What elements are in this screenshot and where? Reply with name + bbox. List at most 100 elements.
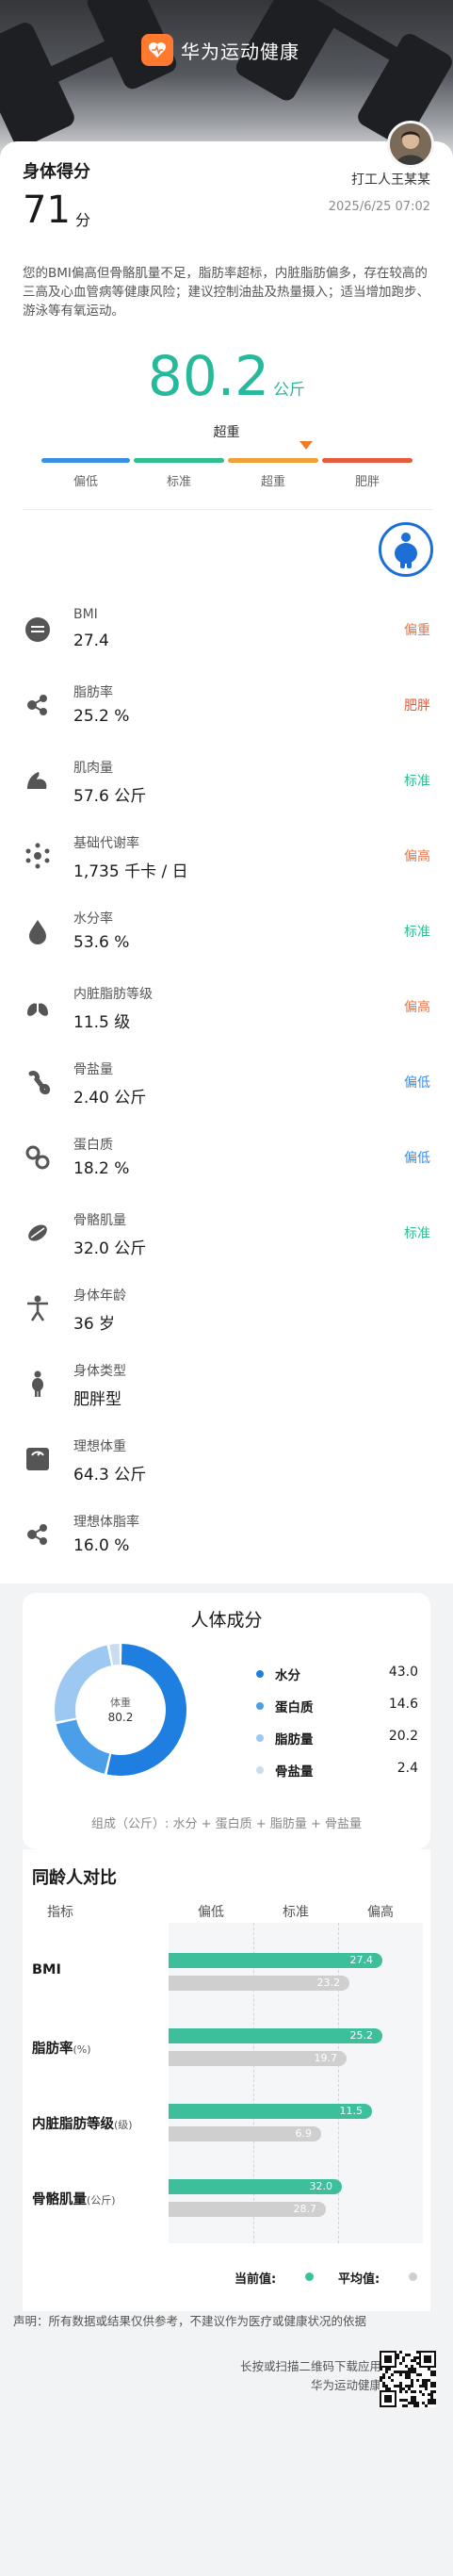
bmi-icon [23, 615, 53, 645]
peer-grid-line [253, 1923, 254, 2243]
metric-row[interactable]: BMI 27.4 偏重 [0, 592, 453, 667]
metric-row[interactable]: 身体类型 肥胖型 [0, 1346, 453, 1421]
metric-row[interactable]: 理想体脂率 16.0 % [0, 1497, 453, 1572]
metric-row[interactable]: 骨骼肌量 32.0 公斤 标准 [0, 1195, 453, 1271]
muscle-icon [23, 765, 53, 796]
metric-value: 25.2 % [73, 707, 130, 726]
peer-grid-line [338, 1923, 339, 2243]
legend-value: 2.4 [396, 1761, 418, 1776]
dumbbell-decoration [0, 19, 78, 151]
peer-chart-area [169, 1923, 423, 2243]
score-value: 71 [23, 189, 71, 232]
health-summary: 您的BMI偏高但骨骼肌量不足，脂肪率超标，内脏脂肪偏多，存在较高的三高及心血管病… [23, 266, 429, 319]
report-time: 2025/6/25 07:02 [328, 200, 430, 214]
donut-slice-bone [109, 1644, 121, 1665]
scale-label-over: 超重 [260, 475, 285, 489]
peer-metric-label: 骨骼肌量 [32, 2192, 87, 2207]
peer-header-metric: 指标 [47, 1905, 73, 1920]
body-fat-icon [23, 690, 53, 720]
body-fat-icon [23, 1519, 53, 1550]
metric-status-tag: 偏高 [404, 1000, 430, 1015]
legend-dot [256, 1670, 264, 1678]
metric-value: 36 岁 [73, 1315, 116, 1334]
peer-metric-name: 脂肪率(%) [32, 2038, 91, 2058]
app-name: 华为运动健康 [181, 40, 299, 63]
scale-label-standard: 标准 [166, 475, 191, 489]
visceral-fat-icon [23, 992, 53, 1022]
metric-row[interactable]: 肌肉量 57.6 公斤 标准 [0, 743, 453, 818]
metric-row[interactable]: 骨盐量 2.40 公斤 偏低 [0, 1044, 453, 1120]
peer-bar-current: 27.4 [169, 1953, 382, 1968]
metric-status-tag: 偏高 [404, 849, 430, 864]
metric-value: 11.5 级 [73, 1013, 131, 1032]
metric-value: 肥胖型 [73, 1390, 121, 1409]
body-type-badge-icon[interactable] [379, 522, 433, 577]
metric-value: 2.40 公斤 [73, 1089, 147, 1108]
legend-value: 14.6 [388, 1697, 418, 1712]
peer-bar-current: 11.5 [169, 2104, 372, 2119]
weight-marker [299, 441, 313, 450]
metric-row[interactable]: 理想体重 64.3 公斤 [0, 1421, 453, 1497]
user-name: 打工人王某某 [351, 172, 430, 188]
qr-hint: 长按或扫描二维码下载应用 [239, 2359, 381, 2373]
metric-name: 脂肪率 [73, 685, 113, 700]
metric-name: 骨骼肌量 [73, 1213, 126, 1228]
peer-metric-unit: (级) [114, 2119, 133, 2131]
scale-label-obese: 肥胖 [354, 475, 380, 489]
metric-row[interactable]: 身体年龄 36 岁 [0, 1271, 453, 1346]
legend-name: 脂肪量 [275, 1732, 314, 1747]
donut-center-value: 80.2 [108, 1711, 134, 1724]
bone-icon [23, 1067, 53, 1097]
legend-dot [256, 1766, 264, 1774]
metric-name: 身体类型 [73, 1364, 126, 1379]
metric-name: 理想体重 [73, 1439, 126, 1454]
metric-value: 64.3 公斤 [73, 1466, 147, 1485]
composition-card: 人体成分 体重 80.2 水分 43.0 蛋白质 14.6 脂肪量 20.2 骨… [23, 1593, 430, 1849]
avatar[interactable] [387, 121, 434, 168]
peer-bar-average: 19.7 [169, 2051, 347, 2066]
peer-current-value: 32.0 [309, 2180, 333, 2192]
metric-status-tag: 标准 [404, 774, 430, 789]
qr-code[interactable] [380, 2351, 436, 2407]
composition-title: 人体成分 [190, 1610, 263, 1631]
peer-current-value: 11.5 [339, 2105, 364, 2117]
peer-current-value: 25.2 [349, 2029, 374, 2042]
app-badge: 华为运动健康 [141, 34, 299, 66]
peer-title: 同龄人对比 [32, 1868, 117, 1888]
peer-average-value: 6.9 [295, 2127, 313, 2140]
metric-row[interactable]: 水分率 53.6 % 标准 [0, 894, 453, 969]
peer-average-value: 28.7 [293, 2203, 317, 2215]
peer-bar-average: 23.2 [169, 1976, 349, 1991]
weight-status: 超重 [213, 425, 240, 440]
scale-bar-over [228, 458, 318, 463]
scale-bar-standard [134, 458, 224, 463]
metric-status-tag: 偏低 [404, 1151, 430, 1166]
disclaimer: 声明：所有数据或结果仅供参考，不建议作为医疗或健康状况的依据 [13, 2314, 367, 2328]
peer-metric-label: BMI [32, 1962, 61, 1977]
legend-value: 20.2 [388, 1729, 418, 1744]
legend-name: 水分 [275, 1668, 300, 1683]
metric-value: 32.0 公斤 [73, 1239, 147, 1258]
peer-bar-current: 25.2 [169, 2028, 382, 2043]
legend-name: 蛋白质 [275, 1700, 314, 1715]
peer-bar-current: 32.0 [169, 2179, 342, 2194]
legend-item-bone: 骨盐量 2.4 [230, 1761, 418, 1780]
metabolism-icon [23, 841, 53, 871]
metric-value: 53.6 % [73, 933, 130, 952]
metric-name: 身体年龄 [73, 1288, 126, 1304]
peer-metric-name: 内脏脂肪等级(级) [32, 2113, 133, 2133]
metric-row[interactable]: 蛋白质 18.2 % 偏低 [0, 1120, 453, 1195]
legend-current-label: 当前值: [235, 2272, 277, 2287]
legend-average-dot [409, 2272, 417, 2281]
metric-value: 27.4 [73, 632, 109, 650]
metric-row[interactable]: 脂肪率 25.2 % 肥胖 [0, 667, 453, 743]
metric-row[interactable]: 内脏脂肪等级 11.5 级 偏高 [0, 969, 453, 1044]
metric-row[interactable]: 基础代谢率 1,735 千卡 / 日 偏高 [0, 818, 453, 894]
donut-slice-fat [55, 1645, 112, 1722]
weight-value: 80.2 [147, 344, 270, 408]
metric-name: 肌肉量 [73, 761, 113, 776]
metric-name: 水分率 [73, 911, 113, 927]
header-banner: 华为运动健康 [0, 0, 453, 165]
legend-name: 骨盐量 [275, 1764, 314, 1780]
scale-bar-obese [322, 458, 413, 463]
